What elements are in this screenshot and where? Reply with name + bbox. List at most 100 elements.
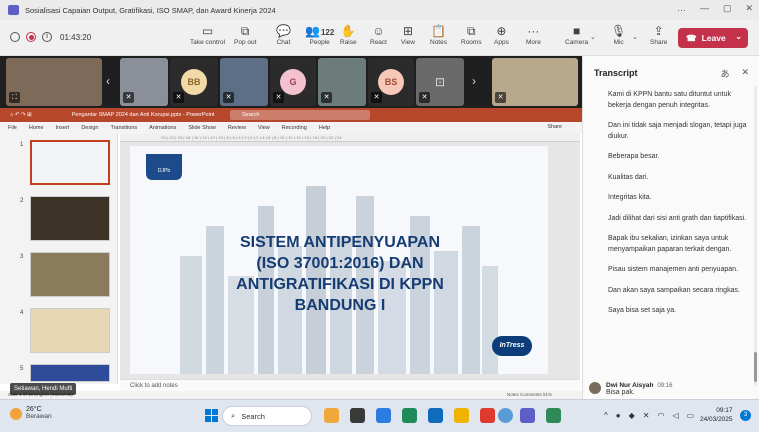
shield-icon[interactable] [10, 32, 20, 42]
show-hidden-icons-icon[interactable]: ^ [604, 411, 608, 420]
transcript-scrollbar-track[interactable] [754, 86, 757, 386]
mic-options-chevron-icon[interactable]: ⌄ [632, 33, 638, 41]
view-zoom-controls[interactable]: Notes Comments 51% [507, 391, 552, 399]
powerpoint-ribbon-tabs: File Home Insert Design Transitions Anim… [0, 122, 582, 134]
chat-button[interactable]: 💬 Chat [276, 24, 291, 54]
raise-hand-button[interactable]: ✋ Raise [340, 24, 357, 54]
slide-number: 1 [20, 142, 24, 148]
powerpoint-search[interactable]: Search [230, 110, 370, 120]
battery-icon[interactable]: ▭ [687, 411, 695, 420]
mic-muted-icon: ✕ [273, 92, 284, 103]
apps-button[interactable]: ⊕ Apps [494, 24, 509, 54]
react-button[interactable]: ☺ React [370, 24, 387, 54]
minimize-button[interactable]: — [700, 3, 709, 14]
participant-info-icon: ⛶ [9, 92, 20, 103]
rooms-button[interactable]: ⧉ Rooms [461, 24, 482, 54]
mic-muted-icon: ✕ [321, 92, 332, 103]
raise-hand-icon: ✋ [340, 24, 356, 38]
view-button[interactable]: ⊞ View [401, 24, 415, 54]
avatar: BS [378, 69, 404, 95]
participant-video-tile[interactable]: ✕ [318, 58, 366, 106]
chat-icon: 💬 [276, 24, 291, 38]
system-clock[interactable]: 09:17 24/03/2025 [700, 406, 733, 424]
transcript-line: Saya bisa set saja ya. [608, 307, 677, 314]
weather-cloudy-icon [10, 408, 22, 420]
start-button[interactable] [205, 409, 218, 422]
maximize-button[interactable]: ▢ [723, 3, 732, 14]
transcript-line: Pisau sistem manajemen anti penyuapan. [608, 266, 738, 273]
share-button[interactable]: ⇪ Share [650, 24, 667, 54]
ribbon-tab-design[interactable]: Design [81, 125, 98, 131]
strip-prev-arrow-icon[interactable]: ‹ [106, 74, 110, 88]
people-button[interactable]: 👥122 People [305, 24, 334, 54]
notification-badge[interactable]: 3 [740, 410, 751, 421]
shared-screen-powerpoint[interactable]: ⌂ ↶ ↷ ⊞ Pengantar SMAP 2024 dan Anti Kor… [0, 108, 582, 399]
leave-options-chevron-icon[interactable]: ⌄ [735, 32, 742, 41]
taskbar-app-icon[interactable] [428, 408, 443, 423]
ribbon-tab-animations[interactable]: Animations [149, 125, 176, 131]
pop-out-button[interactable]: ⧉ Pop out [234, 24, 256, 54]
powerpoint-filename: Pengantar SMAP 2024 dan Anti Korupsi.ppt… [71, 112, 215, 118]
taskbar-app-icon[interactable] [376, 408, 391, 423]
tray-app-icon[interactable]: ● [616, 411, 621, 420]
slide-thumbnail[interactable] [30, 308, 110, 353]
participant-video-tile[interactable]: ✕ [220, 58, 268, 106]
camera-button[interactable]: ■ Camera [565, 24, 588, 54]
taskbar-app-excel-icon[interactable] [546, 408, 561, 423]
mic-button[interactable]: 🎙 Mic [611, 24, 626, 54]
taskbar-app-icon[interactable] [350, 408, 365, 423]
recording-icon[interactable] [26, 32, 36, 42]
ribbon-tab-view[interactable]: View [258, 125, 270, 131]
more-button[interactable]: ··· More [526, 24, 541, 54]
info-icon[interactable]: i [42, 32, 52, 42]
participant-video-tile[interactable]: ✕ [120, 58, 168, 106]
wifi-icon[interactable]: ◠ [657, 411, 664, 420]
ribbon-tab-slide-show[interactable]: Slide Show [188, 125, 216, 131]
taskbar-app-icon[interactable] [480, 408, 495, 423]
taskbar-app-icon[interactable] [454, 408, 469, 423]
more-options-icon[interactable]: … [677, 3, 686, 14]
tray-app-icon[interactable]: ◆ [629, 411, 635, 420]
taskbar-app-chrome-icon[interactable] [498, 408, 513, 423]
volume-icon[interactable]: ◁ [672, 411, 678, 420]
ribbon-tab-help[interactable]: Help [319, 125, 330, 131]
djpb-logo: DJPb [146, 154, 182, 180]
participant-avatar-tile[interactable]: BB ✕ [170, 58, 218, 106]
participant-video-tile[interactable]: ⛶ [6, 58, 102, 106]
participant-avatar-tile[interactable]: ⊡ ✕ [416, 58, 464, 106]
slide-editing-area: ·24·|·22·|·20·|·18·|·16·|·14·|·12·|·10·|… [120, 134, 580, 379]
close-icon[interactable]: ✕ [741, 67, 749, 80]
slide-thumbnail[interactable] [30, 364, 110, 382]
ribbon-tab-recording[interactable]: Recording [282, 125, 307, 131]
ribbon-tab-home[interactable]: Home [29, 125, 44, 131]
ribbon-tab-review[interactable]: Review [228, 125, 246, 131]
camera-options-chevron-icon[interactable]: ⌄ [590, 33, 596, 41]
taskbar-app-teams-icon[interactable] [520, 408, 535, 423]
mic-muted-icon[interactable]: ✕ [643, 411, 650, 420]
translate-icon[interactable]: あ [720, 67, 729, 80]
participant-avatar-tile[interactable]: BS ✕ [368, 58, 414, 106]
leave-button[interactable]: ☎ Leave ⌄ [678, 28, 748, 48]
weather-widget[interactable]: 26°C Berawan [10, 406, 52, 420]
slide-number: 5 [20, 366, 24, 372]
participant-video-tile[interactable]: ✕ [492, 58, 578, 106]
speaker-notes-field[interactable]: Click to add notes [120, 379, 580, 391]
close-button[interactable]: ✕ [745, 3, 753, 14]
ppt-share-button[interactable]: Share [547, 124, 562, 130]
ribbon-tab-file[interactable]: File [8, 125, 17, 131]
slide-thumbnail[interactable] [30, 252, 110, 297]
mic-muted-icon: ✕ [495, 92, 506, 103]
current-slide[interactable]: DJPb SISTEM ANTIPENYUAPAN (ISO 37001:201… [130, 146, 548, 374]
slide-thumbnail[interactable] [30, 196, 110, 241]
take-control-button[interactable]: ▭ Take control [190, 24, 225, 54]
taskbar-app-file-explorer-icon[interactable] [324, 408, 339, 423]
notes-button[interactable]: 📋 Notes [430, 24, 447, 54]
ribbon-tab-transitions[interactable]: Transitions [110, 125, 137, 131]
taskbar-search[interactable]: ⌕ Search [222, 406, 312, 426]
transcript-scrollbar-thumb[interactable] [754, 352, 757, 382]
slide-thumbnail[interactable] [30, 140, 110, 185]
participant-avatar-tile[interactable]: G ✕ [270, 58, 316, 106]
strip-next-arrow-icon[interactable]: › [472, 74, 476, 88]
ribbon-tab-insert[interactable]: Insert [56, 125, 70, 131]
taskbar-app-edge-icon[interactable] [402, 408, 417, 423]
